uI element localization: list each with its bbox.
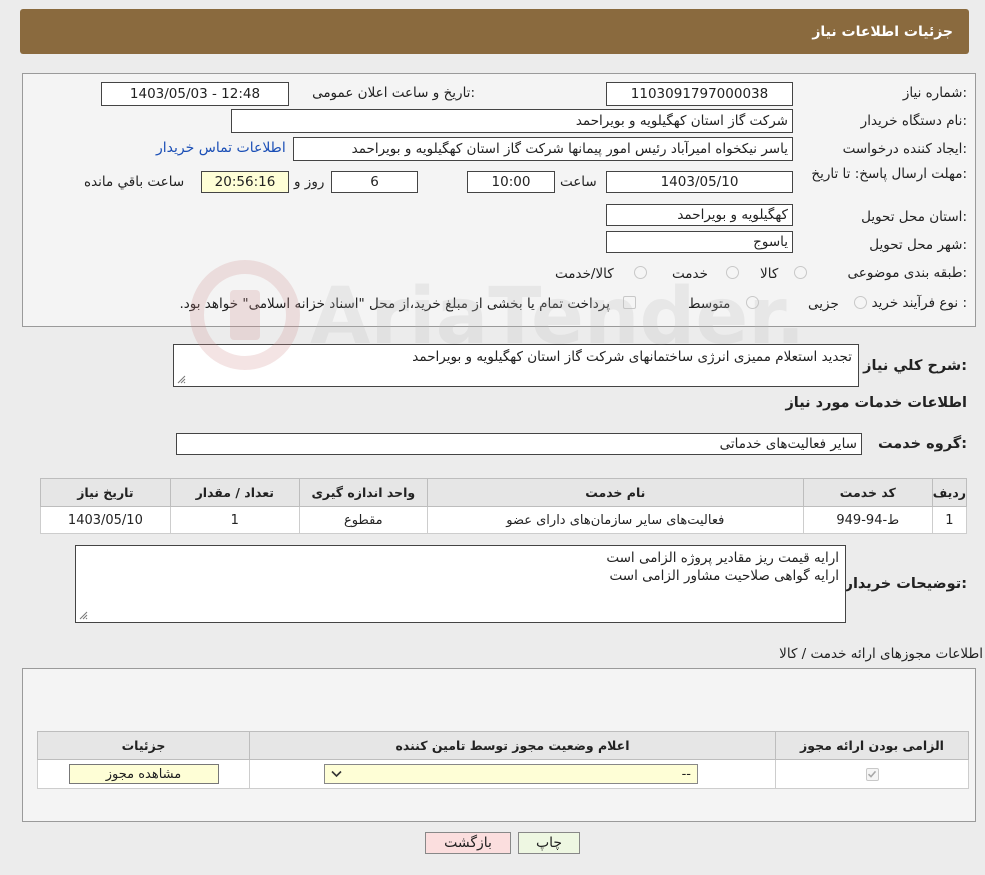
need-number-label: شماره نیاز: [902,85,967,101]
back-button[interactable]: بازگشت [425,832,511,854]
creator-label: ایجاد کننده درخواست: [842,141,967,157]
col-name-header: نام خدمت [426,478,804,507]
deadline-time-label: ساعت [560,174,597,190]
city-label: شهر محل تحویل: [869,237,967,253]
deadline-time-field: 10:00 [467,171,555,193]
creator-field: یاسر نیکخواه امیرآباد رئیس امور پیمانها … [293,137,793,161]
category-both-label: کالا/خدمت [555,266,614,282]
service-name-cell: فعالیت‌های سایر سازمان‌های دارای عضو [426,506,804,534]
resize-grip-icon [79,611,88,620]
remaining-time-label: ساعت باقي مانده [84,174,185,190]
city-field: یاسوج [606,231,793,253]
chevron-down-icon [331,770,342,778]
service-group-label: گروه خدمت: [877,436,967,452]
table-row: -- مشاهده مجوز [37,759,969,789]
deadline-date-field: 1403/05/10 [606,171,793,193]
view-permit-button[interactable]: مشاهده مجوز [68,764,219,784]
col-permit-required-header: الزامی بودن ارائه مجوز [775,731,969,760]
permit-status-cell: -- [249,759,776,789]
print-button[interactable]: چاپ [518,832,580,854]
permit-status-value: -- [681,766,691,782]
permit-status-select[interactable]: -- [324,764,698,784]
province-field: کهگیلویه و بویراحمد [606,204,793,226]
permits-table: الزامی بودن ارائه مجوز اعلام وضعیت مجوز … [37,731,969,789]
province-label: استان محل تحویل: [861,209,967,225]
permit-required-checkbox [865,767,879,781]
category-goods-label: کالا [760,266,779,282]
buyer-notes-line-1: ارایه قیمت ریز مقادیر پروژه الزامی است [606,550,839,566]
unit-cell: مقطوع [298,506,428,534]
buyer-contact-link[interactable]: اطلاعات تماس خریدار [156,140,286,156]
page-header: جزئیات اطلاعات نیاز [20,9,969,54]
services-section-title: اطلاعات خدمات مورد نیاز [785,395,967,411]
services-table-header: ردیف کد خدمت نام خدمت واحد اندازه گیری ت… [40,478,968,507]
col-row-header: ردیف [931,478,968,507]
category-service-radio[interactable] [726,266,739,279]
category-both-radio[interactable] [634,266,647,279]
services-table: ردیف کد خدمت نام خدمت واحد اندازه گیری ت… [40,478,968,534]
buyer-org-label: نام دستگاه خریدار: [860,113,967,129]
announce-datetime-field: 1403/05/03 - 12:48 [101,82,289,106]
service-group-field: سایر فعالیت‌های خدماتی [176,433,862,455]
need-number-field: 1103091797000038 [606,82,793,106]
permits-section-title: اطلاعات مجوزهای ارائه خدمت / کالا [779,646,983,662]
page-title: جزئیات اطلاعات نیاز [812,23,953,40]
summary-textarea[interactable]: تجدید استعلام ممیزی انرژی ساختمانهای شرک… [173,344,859,387]
checkmark-icon [867,770,877,778]
need-date-cell: 1403/05/10 [40,506,171,534]
col-date-header: تاریخ نیاز [40,478,171,507]
col-qty-header: تعداد / مقدار [169,478,300,507]
days-label: روز و [294,174,325,190]
permit-required-cell [775,759,969,789]
purchase-minor-label: جزیی [808,296,839,312]
row-number-cell: 1 [931,506,968,534]
purchase-type-label: نوع فرآیند خرید : [871,295,967,311]
treasury-payment-note: پرداخت تمام یا بخشی از مبلغ خرید،از محل … [179,296,610,312]
buyer-notes-label: توضیحات خریدار: [844,576,967,592]
permit-details-cell: مشاهده مجوز [37,759,250,789]
buyer-notes-textarea[interactable]: ارایه قیمت ریز مقادیر پروژه الزامی است ا… [75,545,846,623]
permits-table-header: الزامی بودن ارائه مجوز اعلام وضعیت مجوز … [37,731,969,760]
remaining-time-field: 20:56:16 [201,171,289,193]
purchase-minor-radio[interactable] [854,296,867,309]
treasury-payment-checkbox[interactable] [623,296,636,309]
remaining-days-field: 6 [331,171,418,193]
deadline-label: مهلت ارسال پاسخ: تا تاریخ: [811,166,967,182]
col-permit-status-header: اعلام وضعیت مجوز توسط تامین کننده [249,731,776,760]
col-unit-header: واحد اندازه گیری [298,478,428,507]
col-permit-details-header: جزئیات [37,731,250,760]
table-row: 1 ط-94-949 فعالیت‌های سایر سازمان‌های دا… [40,506,968,534]
purchase-medium-label: متوسط [688,296,731,312]
buyer-notes-line-2: ارایه گواهی صلاحیت مشاور الزامی است [609,568,839,584]
quantity-cell: 1 [169,506,300,534]
summary-text: تجدید استعلام ممیزی انرژی ساختمانهای شرک… [412,349,852,365]
category-goods-radio[interactable] [794,266,807,279]
category-service-label: خدمت [672,266,708,282]
service-code-cell: ط-94-949 [802,506,933,534]
category-label: طبقه بندی موضوعی: [847,265,967,281]
col-code-header: کد خدمت [802,478,933,507]
resize-grip-icon [177,375,186,384]
buyer-org-field: شرکت گاز استان کهگیلویه و بویراحمد [231,109,793,133]
summary-label: شرح کلي نياز: [863,358,967,374]
announce-datetime-label: تاریخ و ساعت اعلان عمومی: [312,85,475,101]
purchase-medium-radio[interactable] [746,296,759,309]
